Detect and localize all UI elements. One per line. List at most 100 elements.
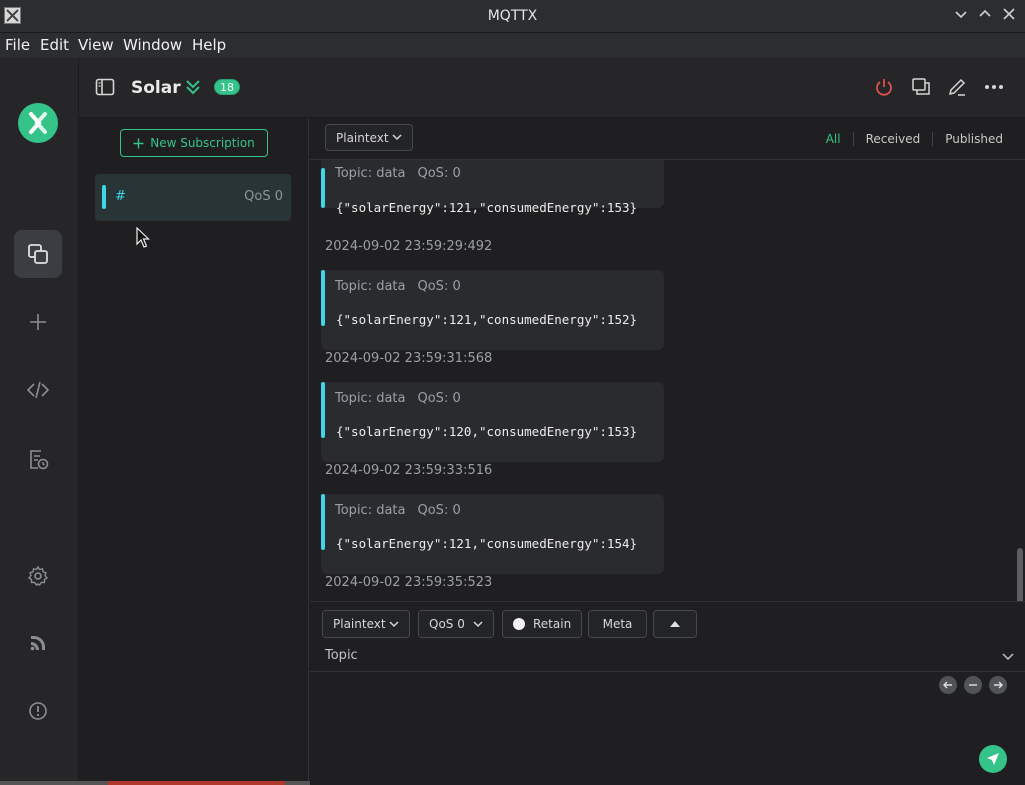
info-icon [29, 702, 47, 720]
gear-icon [27, 565, 49, 586]
history-clear-button[interactable] [964, 676, 982, 694]
minus-icon [969, 684, 977, 686]
taskbar-active-indicator [108, 781, 285, 785]
message-payload: {"solarEnergy":121,"consumedEnergy":152} [336, 312, 638, 327]
message-qos: QoS: 0 [417, 279, 461, 294]
history-forward-button[interactable] [989, 676, 1007, 694]
new-subscription-label: New Subscription [150, 136, 255, 150]
message-qos: QoS: 0 [417, 503, 461, 518]
history-back-button[interactable] [939, 676, 957, 694]
message-toolbar: Plaintext All Received Published [310, 118, 1025, 160]
pencil-icon [948, 78, 966, 96]
chevron-down-icon[interactable] [1001, 649, 1015, 663]
more-options-button[interactable] [983, 76, 1005, 98]
payload-format-select[interactable]: Plaintext [325, 124, 413, 151]
send-button[interactable] [979, 745, 1007, 773]
expand-connection-button[interactable] [182, 76, 204, 98]
ellipsis-icon [985, 85, 1003, 89]
double-chevron-down-icon [186, 80, 200, 95]
payload-format-value: Plaintext [336, 130, 389, 145]
code-icon [26, 381, 50, 399]
composer-format-value: Plaintext [333, 617, 386, 631]
chevron-down-icon[interactable] [952, 7, 970, 25]
left-navigation [0, 58, 79, 785]
new-connection-nav-button[interactable] [14, 298, 62, 346]
feed-nav-button[interactable] [14, 619, 62, 667]
message-color-bar [321, 494, 325, 550]
message-meta: Topic: data QoS: 0 [335, 391, 461, 406]
message-count-badge: 18 [214, 79, 240, 95]
message-card[interactable]: Topic: data QoS: 0 {"solarEnergy":120,"co… [321, 382, 664, 462]
script-nav-button[interactable] [14, 366, 62, 414]
message-timestamp: 2024-09-02 23:59:29:492 [325, 239, 493, 254]
menu-view[interactable]: View [78, 36, 114, 54]
message-area: Plaintext All Received Published Topic: … [310, 118, 1025, 601]
topic-input-row[interactable]: Topic [310, 642, 1025, 672]
mouse-cursor-icon [136, 227, 150, 248]
title-bar: MQTTX [0, 0, 1025, 33]
message-timestamp: 2024-09-02 23:59:31:568 [325, 351, 493, 366]
message-topic: Topic: data [335, 279, 406, 294]
mqttx-logo [18, 103, 58, 143]
message-topic: Topic: data [335, 391, 406, 406]
rss-icon [30, 636, 45, 651]
menu-file[interactable]: File [5, 36, 30, 54]
menu-bar: File Edit View Window Help [0, 33, 1025, 58]
message-qos: QoS: 0 [417, 391, 461, 406]
chevron-up-icon[interactable] [976, 7, 994, 25]
topic-input[interactable]: Topic [325, 648, 358, 663]
menu-edit[interactable]: Edit [40, 36, 69, 54]
filter-published[interactable]: Published [932, 132, 1015, 146]
meta-button[interactable]: Meta [588, 610, 647, 638]
filter-all[interactable]: All [814, 132, 853, 146]
retain-toggle[interactable]: Retain [502, 610, 582, 638]
plus-icon [30, 314, 46, 330]
message-list[interactable]: Topic: data QoS: 0 {"solarEnergy":121,"co… [310, 160, 1025, 601]
message-payload: {"solarEnergy":120,"consumedEnergy":153} [336, 424, 638, 439]
message-card[interactable]: Topic: data QoS: 0 {"solarEnergy":121,"co… [321, 270, 664, 350]
composer-format-select[interactable]: Plaintext [322, 610, 410, 638]
retain-radio-icon [513, 618, 525, 630]
caret-up-icon [670, 621, 680, 627]
close-icon[interactable] [1000, 7, 1018, 25]
message-scrollbar[interactable] [1017, 548, 1023, 601]
message-card[interactable]: Topic: data QoS: 0 {"solarEnergy":121,"co… [321, 160, 664, 215]
message-qos: QoS: 0 [417, 166, 461, 181]
message-filter-tabs: All Received Published [814, 132, 1015, 146]
menu-window[interactable]: Window [123, 36, 182, 54]
message-meta: Topic: data QoS: 0 [335, 166, 461, 181]
toggle-sidebar-button[interactable] [94, 76, 116, 98]
subscription-item[interactable]: # QoS 0 [95, 174, 291, 221]
subscription-topic: # [115, 189, 126, 204]
disconnect-button[interactable] [873, 76, 895, 98]
composer-qos-value: QoS 0 [429, 617, 465, 631]
connections-nav-button[interactable] [14, 230, 62, 278]
menu-help[interactable]: Help [192, 36, 226, 54]
payload-editor[interactable] [310, 673, 930, 783]
message-meta: Topic: data QoS: 0 [335, 279, 461, 294]
message-timestamp: 2024-09-02 23:59:35:523 [325, 575, 493, 590]
chat-windows-icon [912, 78, 930, 95]
subscription-color-bar [102, 185, 106, 209]
plus-icon [133, 138, 144, 148]
composer-qos-select[interactable]: QoS 0 [418, 610, 494, 638]
log-nav-button[interactable] [14, 435, 62, 483]
connection-name: Solar [131, 78, 181, 98]
filter-received[interactable]: Received [852, 132, 933, 146]
new-subscription-button[interactable]: New Subscription [120, 129, 268, 157]
message-card[interactable]: Topic: data QoS: 0 {"solarEnergy":121,"co… [321, 494, 664, 574]
connection-header: Solar 18 [79, 58, 1025, 118]
new-window-button[interactable] [910, 76, 932, 98]
expand-composer-button[interactable] [653, 610, 697, 638]
message-payload: {"solarEnergy":121,"consumedEnergy":154} [336, 536, 638, 551]
about-nav-button[interactable] [14, 687, 62, 735]
settings-nav-button[interactable] [14, 552, 62, 600]
message-meta: Topic: data QoS: 0 [335, 503, 461, 518]
arrow-left-icon [943, 681, 952, 689]
window-title: MQTTX [487, 8, 538, 24]
message-payload: {"solarEnergy":121,"consumedEnergy":153} [336, 200, 638, 215]
message-timestamp: 2024-09-02 23:59:33:516 [325, 463, 493, 478]
chevron-down-icon [392, 134, 402, 141]
edit-connection-button[interactable] [946, 76, 968, 98]
message-color-bar [321, 168, 325, 208]
